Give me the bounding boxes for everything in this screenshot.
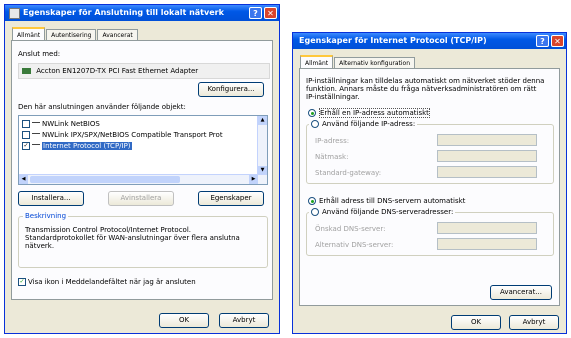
protocol-icon [32,133,40,137]
close-button[interactable]: ✕ [264,7,277,19]
scroll-thumb[interactable] [30,176,180,183]
description-text: Transmission Control Protocol/Internet P… [25,226,240,250]
general-tab-panel: Anslut med: Accton EN1207D-TX PCI Fast E… [11,40,273,300]
scroll-right-arrow-icon[interactable]: ▶ [249,175,258,184]
tcpip-checkbox[interactable]: ✓ [22,142,30,150]
ip-address-field [437,134,537,146]
manual-dns-option[interactable]: Använd följande DNS-serveradresser: [309,208,456,216]
lan-properties-window: Egenskaper för Anslutning till lokalt nä… [4,4,280,334]
auto-dns-option[interactable]: Erhåll adress till DNS-servern automatis… [308,197,465,205]
list-item-label: Internet Protocol (TCP/IP) [42,142,132,150]
configure-button[interactable]: Konfigurera... [198,82,264,97]
alternate-dns-label: Alternativ DNS-server: [315,241,394,249]
protocol-icon [32,122,40,126]
manual-ip-radio[interactable] [311,120,319,128]
ok-button[interactable]: OK [451,315,501,330]
adapter-row: Accton EN1207D-TX PCI Fast Ethernet Adap… [18,63,270,79]
adapter-name: Accton EN1207D-TX PCI Fast Ethernet Adap… [36,67,199,75]
description-label: Beskrivning [23,212,69,220]
auto-ip-option[interactable]: Erhåll en IP-adress automatiskt [308,108,430,118]
subnet-mask-label: Nätmask: [315,153,349,161]
nwlink-ipx-checkbox[interactable] [22,131,30,139]
items-label: Den här anslutningen använder följande o… [18,103,186,111]
tab-alternate-configuration[interactable]: Alternativ konfiguration [334,57,416,68]
auto-ip-label: Erhåll en IP-adress automatiskt [319,108,430,118]
show-icon-checkbox[interactable]: ✓ [18,278,26,286]
manual-dns-group: Använd följande DNS-serveradresser: Önsk… [306,208,554,256]
tcpip-general-panel: IP-inställningar kan tilldelas automatis… [299,68,560,306]
ok-button[interactable]: OK [159,313,209,328]
list-item-tcpip[interactable]: ✓ Internet Protocol (TCP/IP) [22,142,132,150]
cancel-button[interactable]: Avbryt [509,315,559,330]
nwlink-netbios-checkbox[interactable] [22,120,30,128]
subnet-mask-field [437,150,537,162]
protocol-icon [32,144,40,148]
close-button[interactable]: ✕ [551,35,564,47]
scroll-left-arrow-icon[interactable]: ◀ [19,175,28,184]
horizontal-scrollbar[interactable]: ◀ ▶ [19,174,267,184]
manual-dns-radio[interactable] [311,208,319,216]
manual-ip-group: Använd följande IP-adress: IP-adress: Nä… [306,120,554,184]
list-item-label: NWLink IPX/SPX/NetBIOS Compatible Transp… [42,131,223,139]
default-gateway-field [437,166,537,178]
tcpip-properties-titlebar[interactable]: Egenskaper för Internet Protocol (TCP/IP… [293,33,566,49]
manual-dns-label: Använd följande DNS-serveradresser: [322,208,454,216]
vertical-scrollbar[interactable]: ▲ ▼ [257,116,267,175]
list-item-nwlink-ipx[interactable]: NWLink IPX/SPX/NetBIOS Compatible Transp… [22,131,223,139]
manual-ip-label: Använd följande IP-adress: [322,120,416,128]
tcpip-properties-window: Egenskaper för Internet Protocol (TCP/IP… [292,32,567,334]
adapter-icon [22,68,31,74]
auto-dns-label: Erhåll adress till DNS-servern automatis… [319,197,466,205]
properties-button[interactable]: Egenskaper [198,191,264,206]
components-list[interactable]: NWLink NetBIOS NWLink IPX/SPX/NetBIOS Co… [18,115,268,185]
install-button[interactable]: Installera... [18,191,84,206]
manual-ip-option[interactable]: Använd följande IP-adress: [309,120,418,128]
preferred-dns-field [437,222,537,234]
uninstall-button: Avinstallera [108,191,174,206]
advanced-button[interactable]: Avancerat... [490,285,552,300]
tab-general[interactable]: Allmänt [12,27,46,40]
intro-text: IP-inställningar kan tilldelas automatis… [306,77,545,101]
default-gateway-label: Standard-gateway: [315,169,382,177]
auto-ip-radio[interactable] [308,109,316,117]
help-button[interactable]: ? [536,35,549,47]
ip-address-label: IP-adress: [315,137,350,145]
help-button[interactable]: ? [249,7,262,19]
cancel-button[interactable]: Avbryt [219,313,269,328]
show-icon-label: Visa ikon i Meddelandefältet när jag är … [28,278,196,286]
tcpip-properties-title: Egenskaper för Internet Protocol (TCP/IP… [299,36,487,45]
scroll-up-arrow-icon[interactable]: ▲ [258,116,267,125]
preferred-dns-label: Önskad DNS-server: [315,225,386,233]
connect-using-label: Anslut med: [18,50,61,58]
lan-properties-title: Egenskaper för Anslutning till lokalt nä… [23,8,224,17]
description-group: Beskrivning Transmission Control Protoco… [18,212,268,268]
tab-general[interactable]: Allmänt [300,55,334,68]
auto-dns-radio[interactable] [308,197,316,205]
list-item-nwlink-netbios[interactable]: NWLink NetBIOS [22,120,100,128]
network-icon [9,8,20,19]
tab-authentication[interactable]: Autentisering [46,29,97,40]
tab-advanced[interactable]: Avancerat [97,29,138,40]
list-item-label: NWLink NetBIOS [42,120,100,128]
alternate-dns-field [437,238,537,250]
lan-properties-titlebar[interactable]: Egenskaper för Anslutning till lokalt nä… [5,5,279,21]
show-icon-option[interactable]: ✓ Visa ikon i Meddelandefältet när jag är… [18,278,196,286]
